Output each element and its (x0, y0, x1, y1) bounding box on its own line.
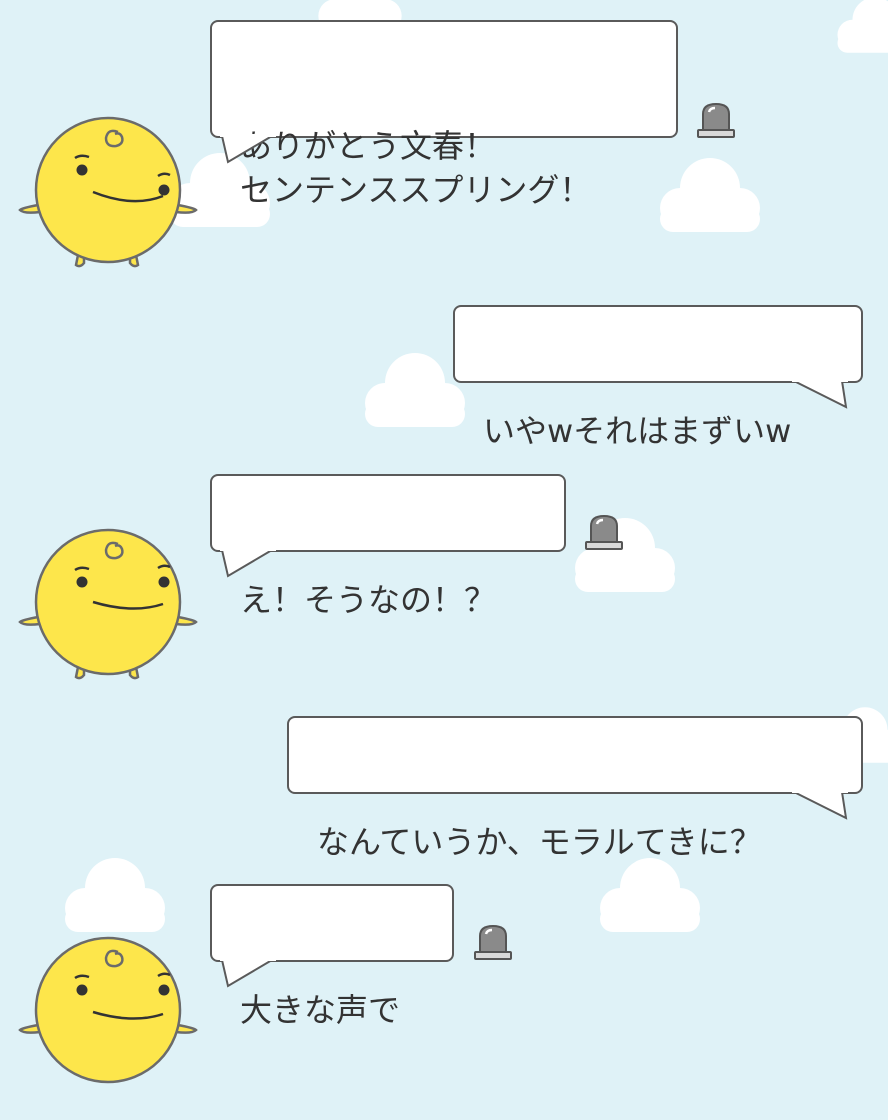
bubble-tail (790, 379, 850, 409)
message-text: 大きな声で (240, 988, 426, 1032)
report-icon[interactable] (695, 100, 737, 140)
report-icon[interactable] (472, 922, 514, 962)
cloud-decoration (55, 850, 175, 940)
message-bubble-user[interactable]: なんていうか、モラルてきに？ (287, 716, 863, 794)
chat-area[interactable]: ありがとう文春！ センテンススプリング！ いやwそれはまずいw (0, 0, 888, 1024)
message-bubble-bot[interactable]: え！そうなの！？ (210, 474, 566, 552)
simsimi-avatar[interactable] (18, 110, 198, 270)
bubble-tail (218, 958, 278, 988)
message-text: ありがとう文春！ センテンススプリング！ (240, 124, 650, 212)
simsimi-avatar[interactable] (18, 522, 198, 682)
simsimi-avatar[interactable] (18, 930, 198, 1090)
message-text: いやwそれはまずいw (483, 409, 835, 453)
report-icon[interactable] (583, 512, 625, 552)
bubble-tail (790, 790, 850, 820)
message-bubble-user[interactable]: いやwそれはまずいw (453, 305, 863, 383)
bubble-tail (218, 134, 278, 164)
cloud-decoration (650, 150, 770, 240)
message-text: え！そうなの！？ (240, 578, 538, 622)
message-text: なんていうか、モラルてきに？ (317, 820, 835, 864)
bubble-tail (218, 548, 278, 578)
message-bubble-bot[interactable]: 大きな声で (210, 884, 454, 962)
cloud-decoration (830, 0, 888, 70)
message-bubble-bot[interactable]: ありがとう文春！ センテンススプリング！ (210, 20, 678, 138)
